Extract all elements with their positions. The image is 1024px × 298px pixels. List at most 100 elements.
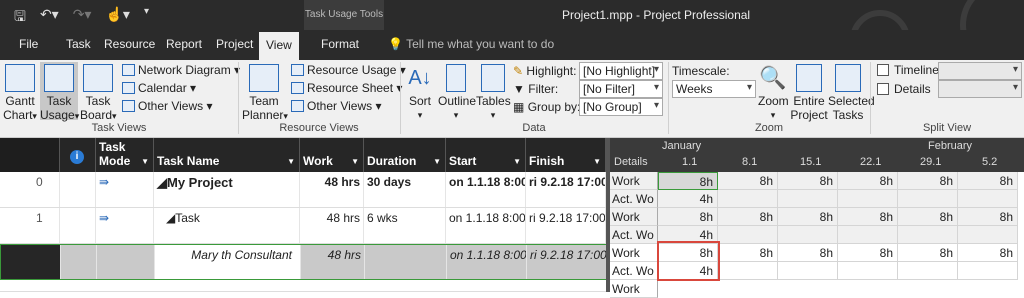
timescale-cell[interactable]: 8h xyxy=(838,208,898,226)
undo-icon[interactable]: ↶▾ xyxy=(40,6,59,30)
start-cell[interactable]: on 1.1.18 8:00 xyxy=(446,208,526,243)
duration-cell[interactable]: 30 days xyxy=(364,172,446,207)
select-all-corner[interactable] xyxy=(0,138,60,172)
redo-icon[interactable]: ↷▾ xyxy=(73,6,92,30)
customize-qat-icon[interactable]: ▾ xyxy=(144,6,149,30)
finish-column-header[interactable]: Finish ▼ xyxy=(526,138,606,172)
sort-button[interactable]: A↓ Sort ▾ xyxy=(404,62,436,120)
timescale-cell[interactable] xyxy=(718,262,778,280)
duration-cell[interactable] xyxy=(365,245,447,279)
timescale-cell[interactable] xyxy=(778,262,838,280)
highlight-dropdown[interactable]: [No Highlight] xyxy=(579,62,663,80)
timescale-cell[interactable] xyxy=(898,262,958,280)
timescale-cell[interactable]: 8h xyxy=(958,172,1018,190)
timescale-cell[interactable]: 8h xyxy=(898,172,958,190)
timescale-cell[interactable]: 8h xyxy=(958,244,1018,262)
tab-task[interactable]: Task xyxy=(66,37,91,51)
timescale-cell[interactable]: 8h xyxy=(898,244,958,262)
timescale-cell[interactable] xyxy=(898,226,958,244)
tables-button[interactable]: Tables ▾ xyxy=(476,62,511,120)
indicators-column-header[interactable]: i xyxy=(60,138,96,172)
timescale-cell[interactable]: 8h xyxy=(718,208,778,226)
finish-cell[interactable]: ri 9.2.18 17:00 xyxy=(526,172,606,207)
detail-label-actual-work: Act. Wo xyxy=(610,226,658,244)
timeline-checkbox[interactable] xyxy=(877,64,889,76)
finish-cell[interactable]: ri 9.2.18 17:00 xyxy=(527,245,607,279)
other-resource-views-button[interactable]: Other Views ▾ xyxy=(291,99,382,113)
timescale-cell[interactable]: 8h xyxy=(838,244,898,262)
tell-me-box[interactable]: 💡 Tell me what you want to do xyxy=(388,37,554,51)
timescale-cell[interactable] xyxy=(718,190,778,208)
timescale-cell[interactable] xyxy=(838,190,898,208)
start-column-header[interactable]: Start ▼ xyxy=(446,138,526,172)
tab-view[interactable]: View xyxy=(259,32,299,60)
table-row[interactable]: 1 ⇛ ◢Task 48 hrs 6 wks on 1.1.18 8:00 ri… xyxy=(0,208,608,244)
start-cell[interactable]: on 1.1.18 8:00 xyxy=(447,245,527,279)
work-column-header[interactable]: Work ▼ xyxy=(300,138,364,172)
duration-cell[interactable]: 6 wks xyxy=(364,208,446,243)
collapse-icon[interactable]: ◢ xyxy=(157,175,167,190)
task-name-cell[interactable]: Mary th Consultant xyxy=(155,245,301,279)
selected-tasks-button[interactable]: Selected Tasks xyxy=(828,62,875,122)
tab-project[interactable]: Project xyxy=(216,37,253,51)
week-label: 29.1 xyxy=(920,156,942,168)
timescale-cell[interactable]: 4h xyxy=(658,190,718,208)
resource-usage-button[interactable]: Resource Usage ▾ xyxy=(291,63,406,77)
timescale-cell[interactable]: 8h xyxy=(718,172,778,190)
table-row[interactable]: 0 ⇛ ◢My Project 48 hrs 30 days on 1.1.18… xyxy=(0,172,608,208)
team-planner-button[interactable]: Team Planner▾ xyxy=(242,62,288,122)
details-checkbox[interactable] xyxy=(877,83,889,95)
timescale-cell[interactable] xyxy=(958,262,1018,280)
timescale-cell[interactable]: 8h xyxy=(718,244,778,262)
filter-dropdown[interactable]: [No Filter] xyxy=(579,80,663,98)
table-row[interactable] xyxy=(0,281,608,292)
start-cell[interactable]: on 1.1.18 8:00 xyxy=(446,172,526,207)
tab-format[interactable]: Format xyxy=(321,37,359,51)
collapse-icon[interactable]: ◢ xyxy=(166,211,175,225)
work-cell[interactable]: 48 hrs xyxy=(300,208,364,243)
timescale-cell[interactable] xyxy=(898,190,958,208)
resource-sheet-button[interactable]: Resource Sheet ▾ xyxy=(291,81,402,95)
outline-button[interactable]: Outline ▾ xyxy=(438,62,476,120)
other-task-views-button[interactable]: Other Views ▾ xyxy=(122,99,213,113)
task-name-cell[interactable]: ◢Task xyxy=(154,208,300,243)
finish-cell[interactable]: ri 9.2.18 17:00 xyxy=(526,208,606,243)
timescale-dropdown[interactable]: Weeks xyxy=(672,80,756,98)
task-name-cell[interactable]: ◢My Project xyxy=(154,172,300,207)
tab-file[interactable]: File xyxy=(19,37,38,51)
timescale-cell[interactable] xyxy=(718,226,778,244)
timescale-cell[interactable]: 8h xyxy=(838,172,898,190)
timescale-cell[interactable] xyxy=(958,226,1018,244)
calendar-button[interactable]: Calendar ▾ xyxy=(122,81,196,95)
details-column-header[interactable]: Details xyxy=(614,156,648,168)
work-cell[interactable]: 48 hrs xyxy=(300,172,364,207)
duration-column-header[interactable]: Duration ▼ xyxy=(364,138,446,172)
table-row[interactable]: Mary th Consultant 48 hrs on 1.1.18 8:00… xyxy=(0,244,608,280)
timescale-cell[interactable]: 8h xyxy=(778,172,838,190)
task-name-column-header[interactable]: Task Name ▼ xyxy=(154,138,300,172)
tab-resource[interactable]: Resource xyxy=(104,37,155,51)
timescale-cell[interactable]: 8h xyxy=(778,244,838,262)
timescale-cell[interactable]: 8h xyxy=(778,208,838,226)
timescale-cell[interactable]: 8h xyxy=(658,208,718,226)
timescale-cell[interactable] xyxy=(778,226,838,244)
tab-report[interactable]: Report xyxy=(166,37,202,51)
network-diagram-button[interactable]: Network Diagram ▾ xyxy=(122,63,240,77)
timescale-cell[interactable]: 8h xyxy=(958,208,1018,226)
timescale-cell[interactable]: 8h xyxy=(658,172,718,190)
timescale-cell[interactable] xyxy=(838,262,898,280)
task-mode-column-header[interactable]: Task Mode ▼ xyxy=(96,138,154,172)
zoom-button[interactable]: 🔍 Zoom ▾ xyxy=(758,62,789,120)
timescale-cell[interactable] xyxy=(838,226,898,244)
group-by-dropdown[interactable]: [No Group] xyxy=(579,98,663,116)
timescale-cell[interactable]: 8h xyxy=(898,208,958,226)
gantt-chart-button[interactable]: Gantt Chart▾ xyxy=(2,62,38,122)
work-cell[interactable]: 48 hrs xyxy=(301,245,365,279)
save-icon[interactable]: 🖫 xyxy=(14,6,26,30)
touch-mode-icon[interactable]: ☝▾ xyxy=(105,6,129,30)
task-usage-button[interactable]: Task Usage▾ xyxy=(40,62,79,122)
task-board-button[interactable]: Task Board▾ xyxy=(80,62,117,122)
entire-project-button[interactable]: Entire Project xyxy=(790,62,828,122)
timescale-cell[interactable] xyxy=(958,190,1018,208)
timescale-cell[interactable] xyxy=(778,190,838,208)
